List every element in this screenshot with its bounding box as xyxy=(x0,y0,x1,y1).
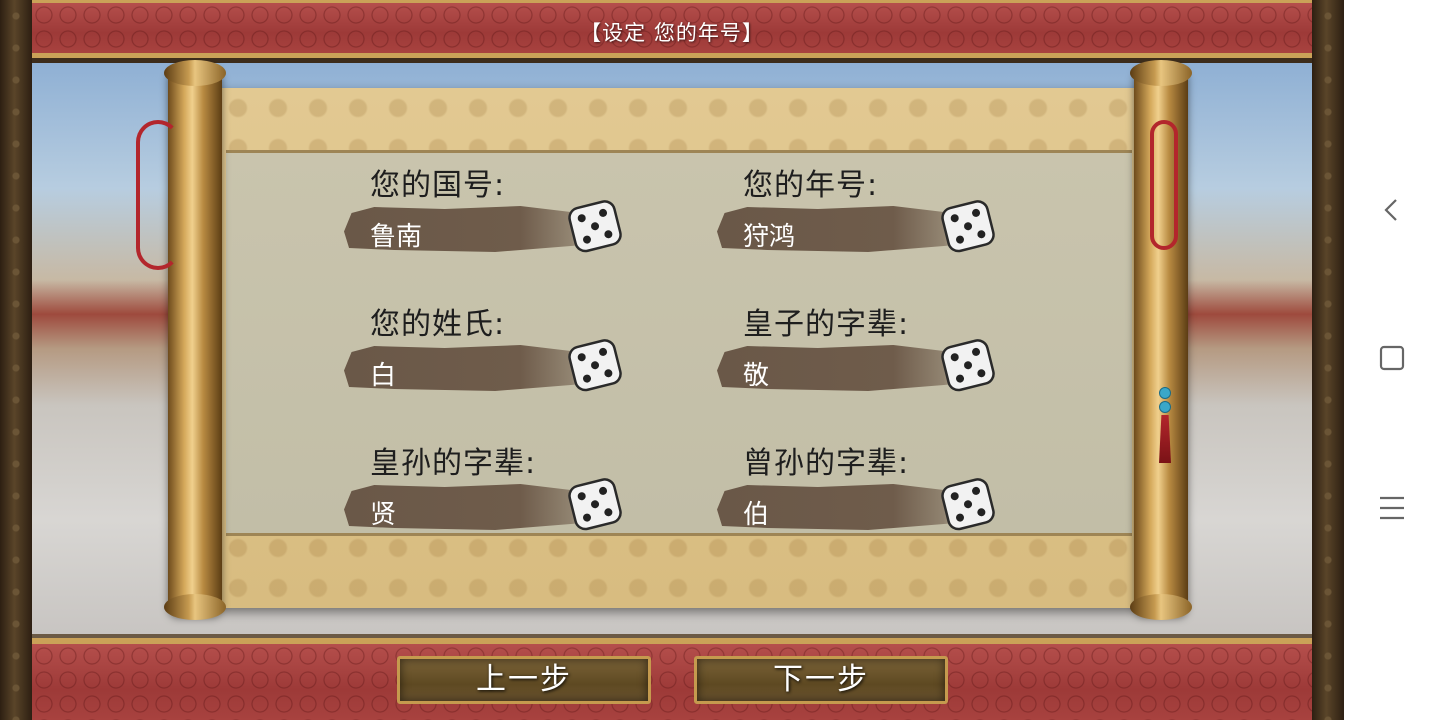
field-prince-generation: 皇子的字辈: 敬 xyxy=(717,299,1017,419)
system-nav-bar xyxy=(1344,0,1440,720)
tassel xyxy=(1158,385,1172,463)
field-label: 您的年号: xyxy=(743,168,879,203)
field-value[interactable]: 狩鸿 xyxy=(743,216,795,253)
dice-icon[interactable] xyxy=(936,333,1003,397)
field-value[interactable]: 伯 xyxy=(743,494,769,531)
dice-icon[interactable] xyxy=(936,194,1003,258)
dice-icon[interactable] xyxy=(563,472,630,536)
field-value[interactable]: 敬 xyxy=(743,355,769,392)
field-grandson-generation: 皇孙的字辈: 贤 xyxy=(344,438,644,558)
field-value[interactable]: 鲁南 xyxy=(370,216,422,253)
prev-step-button[interactable]: 上一步 xyxy=(397,656,651,704)
field-era: 您的年号: 狩鸿 xyxy=(717,160,1017,280)
menu-icon[interactable] xyxy=(1374,490,1410,526)
field-value[interactable]: 白 xyxy=(370,355,396,392)
title-bar: 【设定 您的年号】 xyxy=(32,0,1312,58)
field-country: 您的国号: 鲁南 xyxy=(344,160,644,280)
field-label: 皇孙的字辈: xyxy=(370,446,537,481)
field-label: 皇子的字辈: xyxy=(743,307,910,342)
dice-icon[interactable] xyxy=(563,333,630,397)
field-surname: 您的姓氏: 白 xyxy=(344,299,644,419)
dice-icon[interactable] xyxy=(563,194,630,258)
next-step-button[interactable]: 下一步 xyxy=(694,656,948,704)
bottom-bar xyxy=(32,638,1312,720)
field-great-grandson-generation: 曾孙的字辈: 伯 xyxy=(717,438,1017,558)
field-label: 您的姓氏: xyxy=(370,307,506,342)
field-value[interactable]: 贤 xyxy=(370,494,396,531)
page-title: 【设定 您的年号】 xyxy=(580,21,764,45)
red-cord-left xyxy=(136,120,180,270)
back-icon[interactable] xyxy=(1374,192,1410,228)
game-screen: 【设定 您的年号】 您的国号: 鲁南 您的年号: 狩鸿 您的姓氏: 白 皇子的字… xyxy=(0,0,1344,720)
field-label: 您的国号: xyxy=(370,168,506,203)
left-ornament-border xyxy=(0,0,32,720)
right-ornament-border xyxy=(1312,0,1344,720)
red-cord-right xyxy=(1150,120,1178,250)
field-label: 曾孙的字辈: xyxy=(743,446,910,481)
home-icon[interactable] xyxy=(1374,340,1410,376)
dice-icon[interactable] xyxy=(936,472,1003,536)
